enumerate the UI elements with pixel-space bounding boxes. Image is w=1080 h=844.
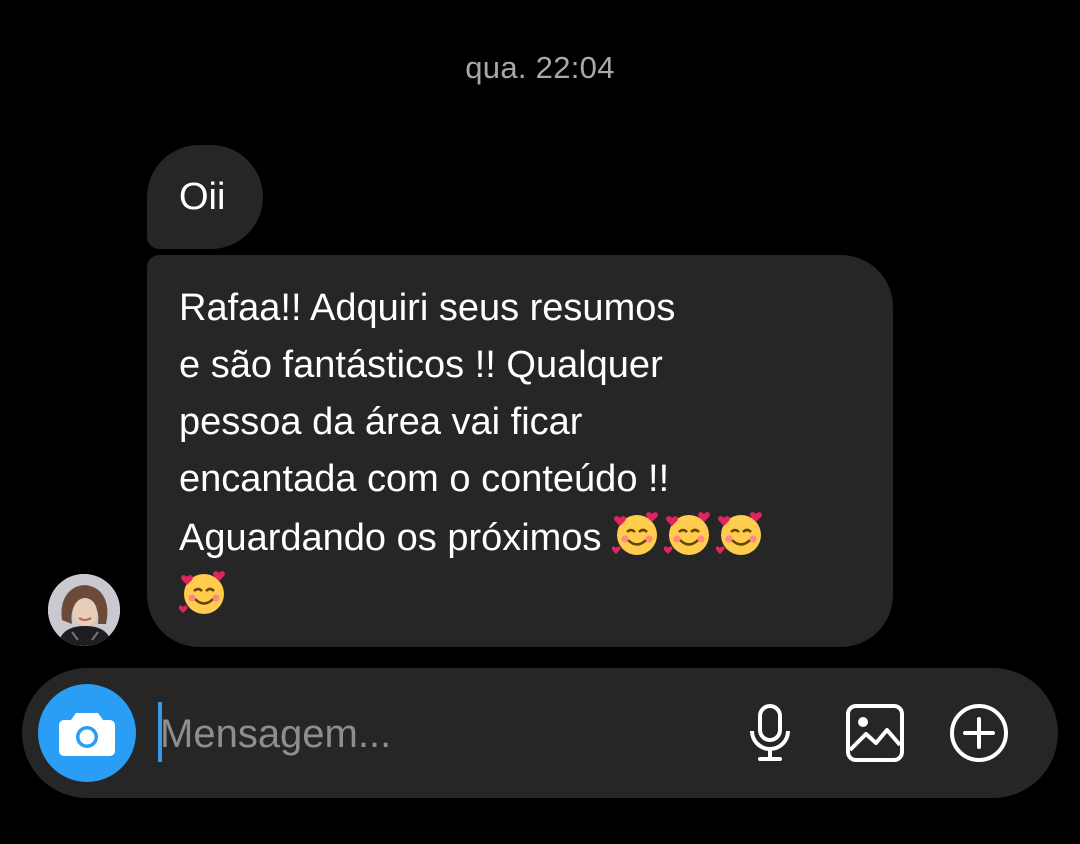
- smiling-face-with-hearts-icon: [716, 512, 762, 555]
- message-input[interactable]: [160, 704, 720, 764]
- message-text: Oii: [179, 176, 226, 218]
- image-icon: [846, 704, 904, 762]
- avatar-photo: [48, 574, 120, 646]
- smiling-face-with-hearts-icon: [179, 571, 225, 614]
- more-options-button[interactable]: [944, 698, 1014, 768]
- smiling-face-with-hearts-icon: [664, 512, 710, 555]
- camera-icon: [59, 713, 115, 756]
- chat-thread: qua. 22:04 Oii Rafaa!! Adquiri seus resu…: [0, 0, 1080, 844]
- voice-message-button[interactable]: [735, 698, 805, 768]
- gallery-button[interactable]: [840, 698, 910, 768]
- message-text: Rafaa!! Adquiri seus resumos e são fantá…: [179, 287, 676, 559]
- message-bubble[interactable]: Oii: [147, 145, 263, 249]
- message-composer: [22, 668, 1058, 798]
- camera-button[interactable]: [38, 684, 136, 782]
- message-bubble[interactable]: Rafaa!! Adquiri seus resumos e são fantá…: [147, 255, 893, 647]
- sender-avatar[interactable]: [48, 574, 120, 646]
- message-timestamp: qua. 22:04: [465, 50, 615, 85]
- smiling-face-with-hearts-icon: [612, 512, 658, 555]
- microphone-icon: [750, 704, 790, 761]
- plus-circle-icon: [950, 704, 1008, 762]
